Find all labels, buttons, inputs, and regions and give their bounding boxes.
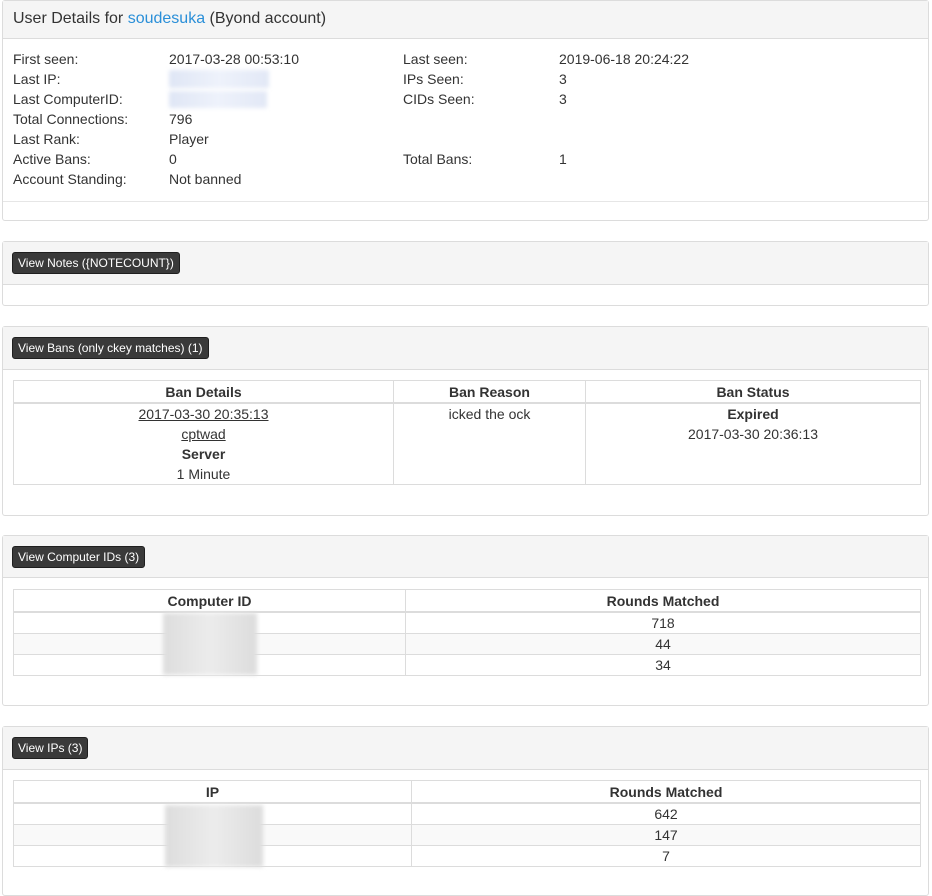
ips-seen-label: IPs Seen: [403,71,464,87]
last-rank-label: Last Rank: [13,131,80,147]
first-seen-value: 2017-03-28 00:53:10 [169,51,299,67]
last-ip-redacted [169,70,269,88]
computer-ids-table: Computer ID Rounds Matched 718 44 34 [13,589,921,676]
ban-reason-cell: icked the ock [393,402,586,485]
ip-rounds-cell: 7 [411,845,921,867]
account-standing-value: Not banned [169,171,242,187]
table-row: 44 [13,633,921,655]
first-seen-label: First seen: [13,51,79,67]
ip-values-redacted [165,805,263,867]
ips-header: View IPs (3) [3,727,928,770]
username-link[interactable]: soudesuka [128,10,205,27]
ban-server: Server [181,446,226,462]
last-seen-value: 2019-06-18 20:24:22 [559,51,689,67]
total-connections-label: Total Connections: [13,111,129,127]
account-standing-label: Account Standing: [13,171,127,187]
cid-rounds-header: Rounds Matched [405,589,921,613]
ban-expired-at: 2017-03-30 20:36:13 [688,426,818,442]
cid-rounds-cell: 44 [405,633,921,655]
view-notes-button[interactable]: View Notes ({NOTECOUNT}) [12,252,180,274]
active-bans-value: 0 [169,151,177,167]
table-row: 642 [13,802,921,825]
view-ips-button[interactable]: View IPs (3) [12,737,89,759]
ban-date-link[interactable]: 2017-03-30 20:35:13 [139,406,269,422]
last-cid-redacted [169,91,267,108]
ips-seen-value: 3 [559,71,567,87]
user-details-panel: User Details for soudesuka (Byond accoun… [2,0,929,221]
computer-ids-header: View Computer IDs (3) [3,536,928,578]
ban-duration: 1 Minute [176,466,231,482]
cids-seen-value: 3 [559,91,567,107]
active-bans-label: Active Bans: [13,151,91,167]
total-bans-value: 1 [559,151,567,167]
cid-rounds-cell: 718 [405,611,921,634]
table-row: 34 [13,654,921,676]
table-row: 147 [13,824,921,846]
computer-id-header: Computer ID [13,589,406,613]
page-title: User Details for soudesuka (Byond accoun… [13,10,326,28]
table-row: 7 [13,845,921,867]
ip-header: IP [13,780,412,804]
ips-table: IP Rounds Matched 642 147 7 [13,780,921,867]
bans-table: Ban Details Ban Reason Ban Status 2017-0… [13,380,921,485]
last-cid-label: Last ComputerID: [13,91,123,107]
user-details-header: User Details for soudesuka (Byond accoun… [3,1,928,39]
cid-rounds-cell: 34 [405,654,921,676]
cid-values-redacted [163,613,257,675]
ips-panel: View IPs (3) IP Rounds Matched 642 147 7 [2,726,929,896]
last-rank-value: Player [169,131,209,147]
last-ip-label: Last IP: [13,71,61,87]
title-prefix: User Details for [13,10,128,27]
view-bans-button[interactable]: View Bans (only ckey matches) (1) [12,337,209,359]
title-suffix: (Byond account) [205,10,327,27]
ban-reason-header: Ban Reason [393,380,586,404]
table-row: 718 [13,611,921,634]
ban-details-header: Ban Details [13,380,394,404]
notes-panel: View Notes ({NOTECOUNT}) [2,241,929,306]
ban-status-header: Ban Status [585,380,921,404]
ban-status-cell: Expired 2017-03-30 20:36:13 [585,402,921,485]
total-connections-value: 796 [169,111,193,127]
bans-panel: View Bans (only ckey matches) (1) Ban De… [2,326,929,516]
ban-status: Expired [727,406,779,422]
cids-seen-label: CIDs Seen: [403,91,475,107]
notes-header: View Notes ({NOTECOUNT}) [3,242,928,285]
ip-rounds-header: Rounds Matched [411,780,921,804]
ip-rounds-cell: 642 [411,802,921,825]
computer-ids-panel: View Computer IDs (3) Computer ID Rounds… [2,535,929,706]
view-computer-ids-button[interactable]: View Computer IDs (3) [12,546,146,568]
bans-header: View Bans (only ckey matches) (1) [3,327,928,370]
ban-details-cell: 2017-03-30 20:35:13 cptwad Server 1 Minu… [13,402,394,485]
ip-rounds-cell: 147 [411,824,921,846]
details-footer-divider [3,201,928,202]
total-bans-label: Total Bans: [403,151,473,167]
last-seen-label: Last seen: [403,51,468,67]
ban-admin-link[interactable]: cptwad [181,426,225,442]
table-row: 2017-03-30 20:35:13 cptwad Server 1 Minu… [13,402,921,485]
